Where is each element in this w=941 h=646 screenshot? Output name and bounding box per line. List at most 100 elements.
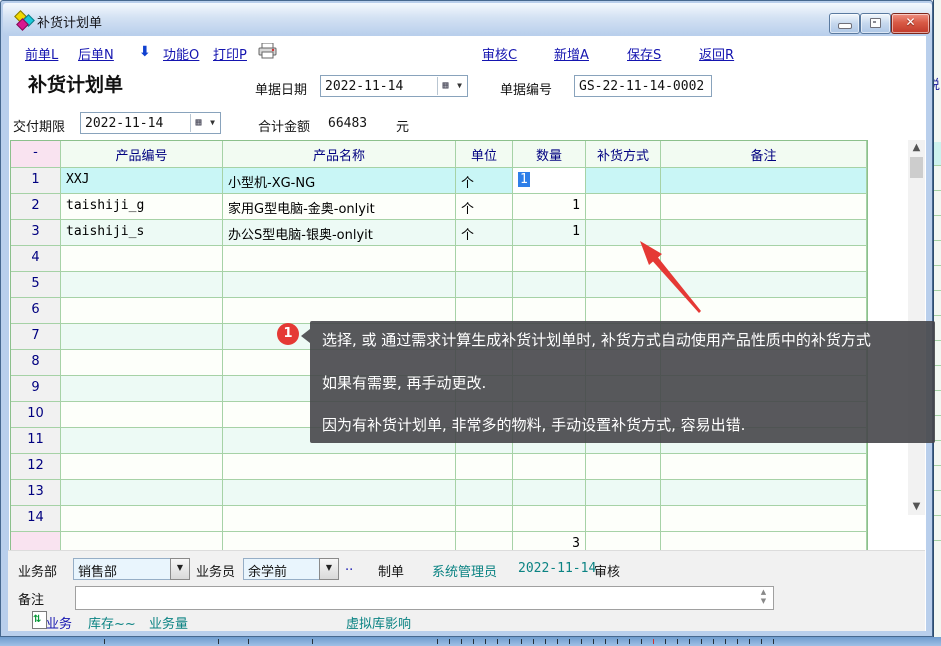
cell-unit[interactable] [456, 454, 513, 479]
cell-code[interactable] [61, 454, 223, 479]
doc-refresh-icon[interactable]: ⇅ [32, 611, 47, 629]
cell-method[interactable] [586, 480, 661, 505]
cell-code[interactable]: taishiji_s [61, 220, 223, 245]
cell-remark[interactable] [661, 480, 867, 505]
cell-code[interactable] [61, 428, 223, 453]
close-button[interactable]: ✕ [891, 13, 930, 34]
cell-remark[interactable] [661, 298, 867, 323]
cell-name[interactable]: 办公S型电脑-银奥-onlyit [223, 220, 456, 245]
cell-method[interactable] [586, 454, 661, 479]
scrollbar-thumb[interactable] [910, 157, 923, 178]
cell-rn[interactable]: 7 [11, 324, 61, 349]
cell-name[interactable] [223, 246, 456, 271]
cell-remark[interactable] [661, 194, 867, 219]
chevron-down-icon[interactable]: ▼ [206, 114, 219, 132]
cell-code[interactable] [61, 402, 223, 427]
toolbar-left-0[interactable]: 前单L [25, 44, 58, 63]
cell-unit[interactable] [456, 298, 513, 323]
clerk-dropdown-icon[interactable]: ▼ [319, 558, 339, 580]
grid-header-3[interactable]: 单位 [456, 141, 513, 167]
cell-method[interactable] [586, 506, 661, 531]
cell-rn[interactable]: 13 [11, 480, 61, 505]
cell-unit[interactable] [456, 480, 513, 505]
cell-code[interactable] [61, 506, 223, 531]
cell-remark[interactable] [661, 454, 867, 479]
cell-remark[interactable] [661, 168, 867, 193]
cell-method[interactable] [586, 246, 661, 271]
cell-num[interactable] [513, 298, 586, 323]
cell-name[interactable] [223, 454, 456, 479]
cell-method[interactable] [586, 220, 661, 245]
grid-header-1[interactable]: 产品编号 [61, 141, 223, 167]
cell-rn[interactable]: 6 [11, 298, 61, 323]
remark-input[interactable]: ▲▼ [75, 586, 774, 610]
doc-no-input[interactable]: GS-22-11-14-0002 [574, 75, 712, 97]
cell-unit[interactable]: 个 [456, 168, 513, 193]
cell-code[interactable]: taishiji_g [61, 194, 223, 219]
cell-rn[interactable]: 10 [11, 402, 61, 427]
cell-code[interactable] [61, 272, 223, 297]
toolbar-left-3[interactable]: 打印P [213, 44, 247, 63]
cell-unit[interactable] [456, 272, 513, 297]
footer-link-0[interactable]: 业务 [46, 613, 72, 632]
printer-icon[interactable] [258, 43, 277, 59]
cell-remark[interactable] [661, 272, 867, 297]
cell-method[interactable] [586, 272, 661, 297]
cell-rn[interactable]: 1 [11, 168, 61, 193]
calendar-icon[interactable]: ▦ [190, 114, 206, 132]
toolbar-left-2[interactable]: 功能O [163, 44, 199, 63]
scroll-down-icon[interactable]: ▼ [908, 499, 925, 515]
grid-header-2[interactable]: 产品名称 [223, 141, 456, 167]
cell-rn[interactable]: 8 [11, 350, 61, 375]
toolbar-right-2[interactable]: 保存S [627, 44, 661, 63]
cell-code[interactable] [61, 246, 223, 271]
cell-name[interactable] [223, 480, 456, 505]
cell-remark[interactable] [661, 506, 867, 531]
grid-header-5[interactable]: 补货方式 [586, 141, 661, 167]
toolbar-left-1[interactable]: 后单N [78, 44, 114, 63]
cell-unit[interactable] [456, 246, 513, 271]
footer-link-3[interactable]: 虚拟库影响 [346, 613, 411, 632]
cell-num[interactable] [513, 454, 586, 479]
scroll-up-icon[interactable]: ▲ [908, 140, 925, 156]
cell-name[interactable] [223, 506, 456, 531]
cell-rn[interactable]: 2 [11, 194, 61, 219]
cell-method[interactable] [586, 168, 661, 193]
grid-header-4[interactable]: 数量 [513, 141, 586, 167]
chevron-down-icon[interactable]: ▼ [453, 77, 466, 95]
spinner-icon[interactable]: ▲▼ [756, 588, 771, 606]
cell-code[interactable] [61, 324, 223, 349]
cell-method[interactable] [586, 194, 661, 219]
cell-rn[interactable]: 12 [11, 454, 61, 479]
minimize-button[interactable] [829, 13, 860, 34]
dept-select[interactable]: 销售部 [73, 558, 171, 580]
toolbar-right-0[interactable]: 审核C [482, 44, 517, 63]
toolbar-right-1[interactable]: 新增A [554, 44, 589, 63]
footer-link-1[interactable]: 库存~~ [88, 613, 136, 632]
cell-code[interactable] [61, 350, 223, 375]
cell-name[interactable] [223, 272, 456, 297]
cell-remark[interactable] [661, 220, 867, 245]
footer-link-2[interactable]: 业务量 [149, 613, 188, 632]
cell-num[interactable]: 1 [513, 194, 586, 219]
cell-name[interactable]: 小型机-XG-NG [223, 168, 456, 193]
doc-date-input[interactable]: 2022-11-14 ▦ ▼ [320, 75, 468, 97]
cell-unit[interactable]: 个 [456, 220, 513, 245]
cell-rn[interactable]: 4 [11, 246, 61, 271]
clerk-select[interactable]: 余学前 [243, 558, 320, 580]
toolbar-right-3[interactable]: 返回R [699, 44, 734, 63]
cell-method[interactable] [586, 298, 661, 323]
cell-name[interactable] [223, 298, 456, 323]
cell-num[interactable] [513, 272, 586, 297]
cell-name[interactable]: 家用G型电脑-金奥-onlyit [223, 194, 456, 219]
cell-remark[interactable] [661, 246, 867, 271]
grid-header-0[interactable]: - [11, 141, 61, 167]
cell-code[interactable]: XXJ [61, 168, 223, 193]
cell-rn[interactable]: 5 [11, 272, 61, 297]
cell-num[interactable]: 1 [513, 220, 586, 245]
cell-code[interactable] [61, 376, 223, 401]
cell-num[interactable] [513, 480, 586, 505]
cell-num[interactable] [513, 246, 586, 271]
cell-code[interactable] [61, 298, 223, 323]
cell-unit[interactable]: 个 [456, 194, 513, 219]
